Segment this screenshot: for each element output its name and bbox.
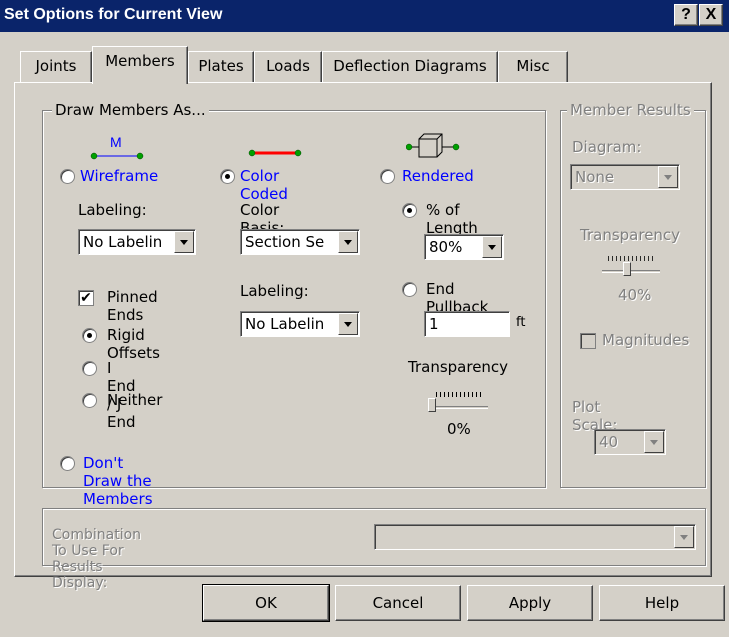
tab-deflection-diagrams[interactable]: Deflection Diagrams <box>322 51 498 82</box>
member-results-group-title: Member Results <box>567 101 694 119</box>
chevron-down-icon[interactable] <box>658 166 678 188</box>
tab-plates[interactable]: Plates <box>188 51 254 82</box>
wireframe-labeling-title: Labeling: <box>78 201 147 219</box>
i-end-j-end-radio[interactable] <box>82 361 97 376</box>
chevron-down-icon[interactable] <box>644 431 664 453</box>
wireframe-label[interactable]: Wireframe <box>80 167 158 185</box>
wireframe-labeling-value: No Labelin <box>83 233 163 251</box>
color-coded-radio[interactable] <box>220 169 235 184</box>
wireframe-icon-letter: M <box>110 134 122 150</box>
wireframe-labeling-select[interactable]: No Labelin <box>78 229 196 255</box>
rendered-transparency-title: Transparency <box>408 358 509 376</box>
chevron-down-icon[interactable] <box>338 231 358 253</box>
draw-members-group-title: Draw Members As... <box>52 101 209 119</box>
results-transparency-slider[interactable] <box>602 256 662 278</box>
combination-select[interactable] <box>374 524 696 550</box>
plot-scale-select[interactable]: 40 <box>594 429 666 455</box>
chevron-down-icon[interactable] <box>174 231 194 253</box>
results-transparency-value: 40% <box>618 286 652 304</box>
color-coded-label[interactable]: Color Coded <box>240 167 288 203</box>
help-icon[interactable]: ? <box>674 4 698 26</box>
dont-draw-label[interactable]: Don't Draw the Members <box>83 454 153 508</box>
ok-button[interactable]: OK <box>202 584 330 622</box>
rendered-transparency-slider[interactable] <box>428 392 490 414</box>
plot-scale-value: 40 <box>599 433 619 451</box>
end-pullback-unit: ft <box>516 315 526 330</box>
apply-button[interactable]: Apply <box>467 585 593 621</box>
magnitudes-checkbox[interactable] <box>580 333 596 349</box>
tab-joints[interactable]: Joints <box>20 51 92 82</box>
rendered-icon <box>406 133 460 158</box>
combination-label: Combination To Use For Results Display: <box>52 527 142 591</box>
rigid-offsets-label[interactable]: Rigid Offsets <box>107 326 160 362</box>
diagram-select[interactable]: None <box>570 164 680 190</box>
neither-radio[interactable] <box>82 393 97 408</box>
rendered-transparency-value: 0% <box>447 420 471 438</box>
color-basis-select[interactable]: Section Se <box>240 229 360 255</box>
percent-length-value: 80% <box>429 238 463 256</box>
end-pullback-radio[interactable] <box>402 282 417 297</box>
percent-length-select[interactable]: 80% <box>424 234 504 260</box>
percent-length-radio[interactable] <box>402 203 417 218</box>
end-pullback-input[interactable]: 1 <box>424 311 510 337</box>
wireframe-radio[interactable] <box>60 169 75 184</box>
results-transparency-thumb[interactable] <box>623 262 631 276</box>
help-button[interactable]: Help <box>599 585 725 621</box>
rendered-radio[interactable] <box>380 169 395 184</box>
wireframe-icon: M <box>90 134 144 160</box>
diagram-title: Diagram: <box>572 138 642 156</box>
neither-label[interactable]: Neither <box>107 391 162 409</box>
diagram-value: None <box>575 168 615 186</box>
close-icon[interactable]: X <box>699 4 723 26</box>
results-transparency-title: Transparency <box>580 226 681 244</box>
chevron-down-icon[interactable] <box>674 526 694 548</box>
window-title: Set Options for Current View <box>4 6 223 23</box>
chevron-down-icon[interactable] <box>482 236 502 258</box>
pinned-ends-label[interactable]: Pinned Ends <box>107 288 158 324</box>
tab-misc[interactable]: Misc <box>498 51 568 82</box>
cancel-button[interactable]: Cancel <box>335 585 461 621</box>
color-coded-labeling-select[interactable]: No Labelin <box>240 311 360 337</box>
pinned-ends-checkbox[interactable]: ✔ <box>78 290 94 306</box>
tab-loads[interactable]: Loads <box>254 51 322 82</box>
magnitudes-label[interactable]: Magnitudes <box>602 331 689 349</box>
rigid-offsets-radio[interactable] <box>82 328 97 343</box>
color-coded-labeling-title: Labeling: <box>240 282 309 300</box>
chevron-down-icon[interactable] <box>338 313 358 335</box>
color-basis-value: Section Se <box>245 233 325 251</box>
tab-members[interactable]: Members <box>92 46 188 84</box>
percent-length-label[interactable]: % of Length <box>426 201 478 237</box>
dont-draw-radio[interactable] <box>60 456 75 471</box>
title-bar[interactable]: Set Options for Current View ? X <box>0 0 729 32</box>
color-coded-icon <box>248 149 302 157</box>
rendered-transparency-thumb[interactable] <box>428 398 436 412</box>
rendered-label[interactable]: Rendered <box>402 167 474 185</box>
color-coded-labeling-value: No Labelin <box>245 315 325 333</box>
